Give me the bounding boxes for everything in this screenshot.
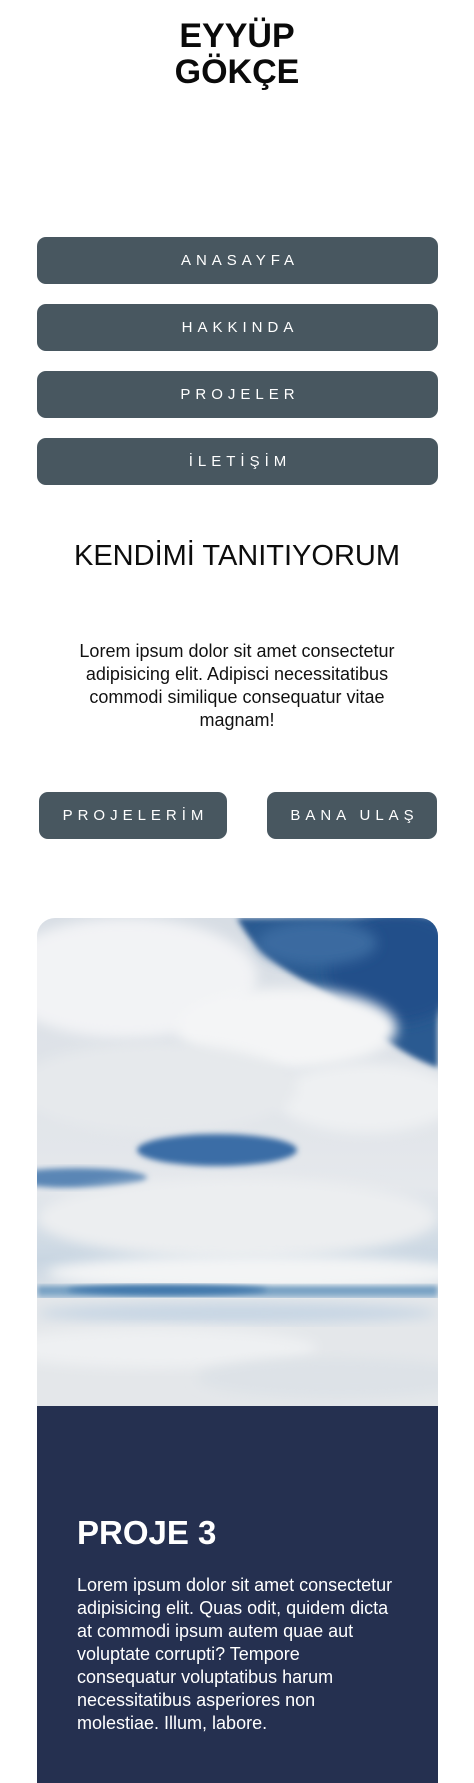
contact-me-button[interactable]: BANA ULAŞ xyxy=(267,792,437,839)
nav-item-projects[interactable]: PROJELER xyxy=(37,371,438,418)
project-image xyxy=(37,918,438,1406)
main-navigation: ANASAYFA HAKKINDA PROJELER İLETİŞİM xyxy=(37,237,438,505)
page: EYYÜP GÖKÇE ANASAYFA HAKKINDA PROJELER İ… xyxy=(0,0,474,1783)
project-card-body: PROJE 3 Lorem ipsum dolor sit amet conse… xyxy=(37,1406,438,1783)
nav-item-contact[interactable]: İLETİŞİM xyxy=(37,438,438,485)
intro-text: Lorem ipsum dolor sit amet consectetur a… xyxy=(79,641,395,730)
project-title: PROJE 3 xyxy=(77,1514,217,1551)
site-logo[interactable]: EYYÜP GÖKÇE xyxy=(0,18,474,90)
my-projects-button[interactable]: PROJELERİM xyxy=(39,792,227,839)
project-description: Lorem ipsum dolor sit amet consectetur a… xyxy=(77,1575,393,1733)
nav-item-home[interactable]: ANASAYFA xyxy=(37,237,438,284)
logo-first-name: EYYÜP xyxy=(179,17,295,55)
project-card[interactable]: PROJE 3 Lorem ipsum dolor sit amet conse… xyxy=(37,918,438,1783)
nav-item-about[interactable]: HAKKINDA xyxy=(37,304,438,351)
intro-title: KENDİMİ TANITIYORUM xyxy=(74,540,400,572)
sky-clouds-landscape-image xyxy=(37,918,438,1406)
logo-last-name: GÖKÇE xyxy=(174,53,300,91)
